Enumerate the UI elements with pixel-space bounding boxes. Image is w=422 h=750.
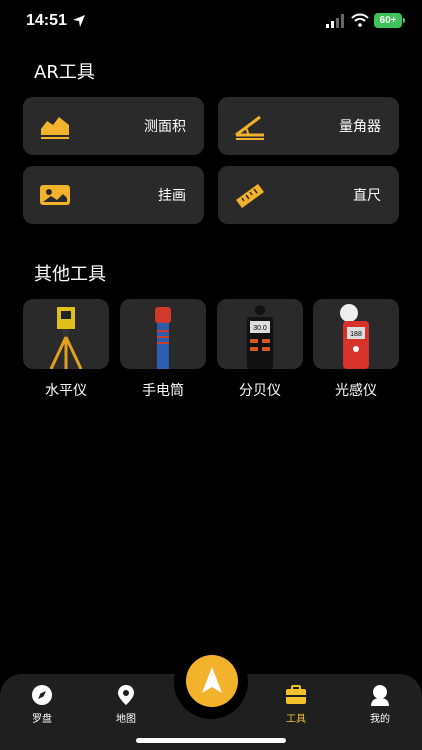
protractor-card[interactable]: 量角器: [218, 97, 399, 155]
measure-area-card[interactable]: 测面积: [23, 97, 204, 155]
ar-tools-title: AR工具: [34, 62, 95, 83]
picture-icon: [40, 185, 70, 205]
measure-area-label: 测面积: [144, 119, 186, 135]
light-meter-label: 光感仪: [335, 383, 377, 399]
light-meter-tool[interactable]: 188 光感仪: [313, 299, 399, 400]
tab-profile[interactable]: 我的: [350, 684, 410, 725]
toolbox-icon: [286, 685, 306, 704]
hang-picture-label: 挂画: [158, 188, 186, 204]
navigation-arrow-icon: [202, 667, 222, 693]
protractor-label: 量角器: [339, 119, 381, 135]
center-navigation-button[interactable]: [186, 655, 238, 707]
ruler-card[interactable]: 直尺: [218, 166, 399, 224]
decibel-meter-image: 30.0: [247, 305, 273, 369]
profile-icon: [371, 685, 389, 706]
level-tool[interactable]: 水平仪: [23, 299, 109, 400]
tab-tools[interactable]: 工具: [266, 684, 326, 725]
ruler-icon: [236, 184, 264, 208]
battery-indicator: 60+: [374, 13, 405, 28]
other-tools-title: 其他工具: [34, 264, 106, 285]
home-indicator: [136, 738, 286, 743]
tab-profile-label: 我的: [370, 714, 390, 725]
decibel-label: 分贝仪: [239, 383, 281, 399]
status-bar: 14:51 60+: [0, 0, 422, 44]
light-meter-image: 188: [340, 304, 369, 369]
tab-compass-label: 罗盘: [32, 714, 52, 725]
flashlight-label: 手电筒: [142, 383, 184, 399]
flashlight-image: [155, 307, 171, 369]
status-time: 14:51: [26, 12, 67, 29]
map-pin-icon: [118, 685, 134, 705]
flashlight-tool[interactable]: 手电筒: [120, 299, 206, 400]
wifi-icon: [351, 13, 369, 27]
signal-icon: [326, 14, 344, 28]
tab-tools-label: 工具: [286, 714, 306, 725]
location-arrow-icon: [73, 15, 85, 27]
compass-icon: [32, 685, 52, 705]
tab-map[interactable]: 地图: [96, 684, 156, 725]
protractor-icon: [235, 115, 264, 140]
area-icon: [41, 117, 69, 139]
tab-map-label: 地图: [116, 714, 136, 725]
level-instrument-image: [49, 307, 83, 369]
hang-picture-card[interactable]: 挂画: [23, 166, 204, 224]
ruler-label: 直尺: [353, 188, 381, 204]
light-display: 188: [350, 331, 362, 338]
level-label: 水平仪: [45, 383, 87, 399]
decibel-display: 30.0: [253, 325, 267, 332]
tab-compass[interactable]: 罗盘: [12, 684, 72, 725]
decibel-tool[interactable]: 30.0 分贝仪: [217, 299, 303, 400]
